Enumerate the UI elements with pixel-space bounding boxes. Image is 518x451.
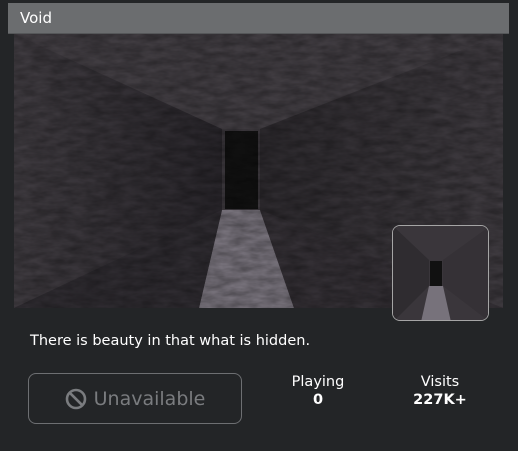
thumbnail-image — [393, 226, 488, 320]
unavailable-label: Unavailable — [93, 387, 206, 410]
visits-stat: Visits 227K+ — [400, 374, 480, 408]
title-bar: Void — [8, 3, 509, 34]
playing-stat: Playing 0 — [278, 374, 358, 408]
playing-label: Playing — [291, 374, 345, 390]
game-description: There is beauty in that what is hidden. — [30, 333, 311, 349]
visits-label: Visits — [420, 374, 460, 390]
thumbnail-preview[interactable] — [392, 225, 489, 321]
game-title: Void — [20, 9, 52, 27]
unavailable-button[interactable]: Unavailable — [28, 373, 242, 424]
prohibited-icon — [65, 388, 87, 410]
visits-value: 227K+ — [413, 392, 467, 408]
playing-value: 0 — [312, 392, 324, 408]
